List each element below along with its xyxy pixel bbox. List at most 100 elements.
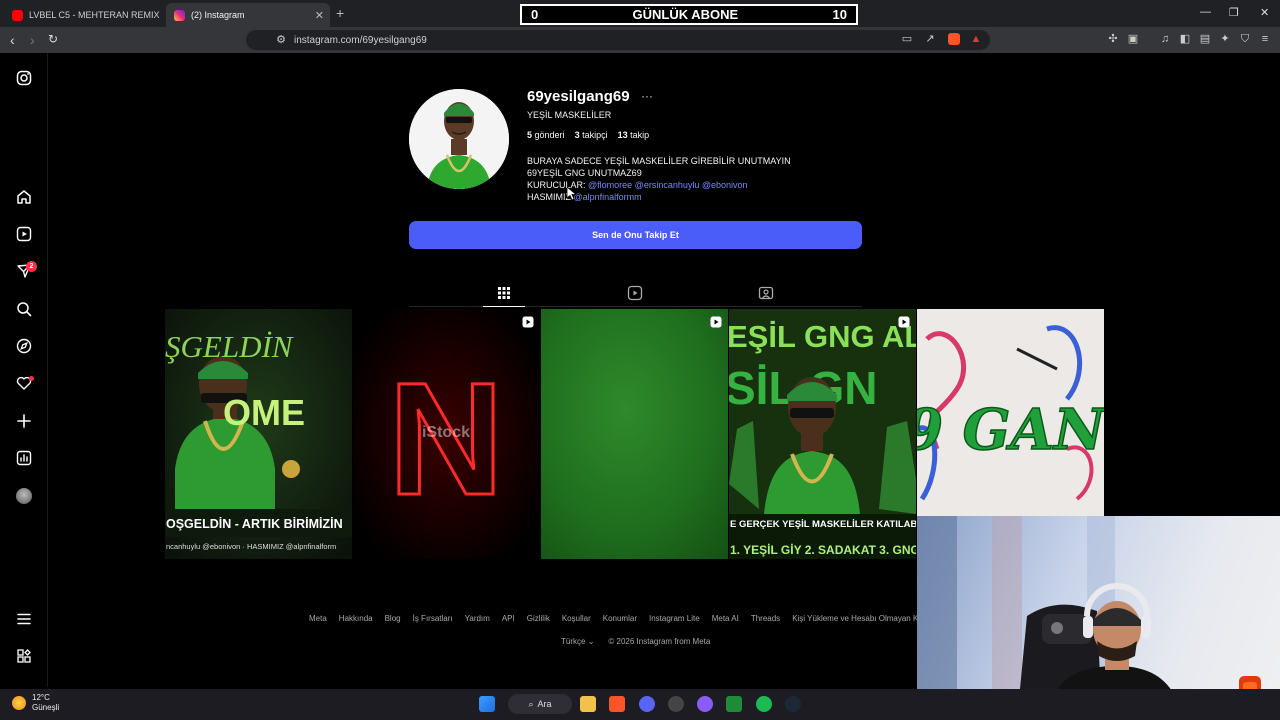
site-info-icon[interactable]: ⚙ [275, 34, 287, 46]
post-tile[interactable]: 69 GANG [917, 309, 1104, 516]
media-icon[interactable]: ♫ [1159, 33, 1171, 45]
app-icon[interactable] [668, 696, 684, 712]
spotify-icon[interactable] [756, 696, 772, 712]
brave-rewards-icon[interactable]: ▲ [970, 33, 982, 45]
explore-icon[interactable] [16, 338, 32, 354]
instagram-logo-icon[interactable] [16, 70, 32, 86]
language-select[interactable]: Türkçe ⌄ [561, 637, 594, 646]
menu-icon[interactable]: ≡ [1259, 33, 1271, 45]
also-from-meta-icon[interactable] [16, 648, 32, 664]
browser-toolbar: ‹ › ↻ ⚑ instagram.com/69yesilgang69 ⚙ ▭ … [0, 27, 1280, 53]
back-icon[interactable]: ‹ [10, 32, 15, 48]
counter-title: GÜNLÜK ABONE [632, 7, 739, 22]
more-menu-icon[interactable] [16, 611, 32, 627]
close-window-icon[interactable]: ✕ [1260, 6, 1269, 19]
footer-bottom: Türkçe ⌄ © 2026 Instagram from Meta [561, 637, 710, 646]
tab-reels-icon[interactable] [627, 285, 643, 301]
footer-link[interactable]: Meta AI [712, 614, 739, 623]
post-tile[interactable]: ŞGELDİN OME OŞGELDİN - ARTIK BİRİMİZİN n… [165, 309, 352, 559]
reload-icon[interactable]: ↻ [48, 32, 58, 46]
search-label: Ara [537, 699, 552, 709]
forward-icon[interactable]: › [30, 32, 35, 48]
footer-link[interactable]: Blog [385, 614, 401, 623]
bio-line: 69YEŞİL GNG UNUTMAZ69 [527, 168, 642, 178]
profile-avatar-icon[interactable] [16, 488, 32, 504]
footer-link[interactable]: Kişi Yükleme ve Hesabı Olmayan Kişiler [792, 614, 935, 623]
following-stat[interactable]: 13 takip [618, 130, 650, 140]
tab-tagged-icon[interactable] [758, 285, 774, 301]
post-title: ŞGELDİN [165, 329, 295, 364]
tab-posts-grid-icon[interactable] [496, 285, 512, 301]
counter-left: 0 [531, 7, 539, 22]
post-tile[interactable]: N iStock [353, 309, 540, 559]
brave-shield-icon[interactable] [948, 33, 960, 45]
brave-browser-icon[interactable] [609, 696, 625, 712]
weather-widget[interactable]: 12°C Güneşli [12, 693, 59, 713]
post-caption: E GERÇEK YEŞİL MASKELİLER KATILABİLİR - [730, 519, 916, 530]
footer-link[interactable]: Threads [751, 614, 780, 623]
steam-icon[interactable] [785, 696, 801, 712]
discord-icon[interactable] [639, 696, 655, 712]
footer-link[interactable]: Instagram Lite [649, 614, 700, 623]
posts-stat: 5 gönderi [527, 130, 565, 140]
close-tab-icon[interactable]: ✕ [315, 9, 324, 22]
subscriber-counter-overlay: 0 GÜNLÜK ABONE 10 [520, 4, 858, 25]
footer-link[interactable]: Gizlilik [527, 614, 550, 623]
followers-stat[interactable]: 3 takipçi [575, 130, 608, 140]
tab-title: LVBEL C5 - MEHTERAN REMIX (Rapp [29, 10, 162, 20]
tab-instagram[interactable]: (2) Instagram ✕ [166, 3, 330, 27]
extensions-icon[interactable]: ✣ [1107, 33, 1119, 45]
reels-icon[interactable] [16, 226, 32, 242]
wallet-icon[interactable]: ▤ [1199, 33, 1211, 45]
leo-ai-icon[interactable]: ✦ [1219, 33, 1231, 45]
dashboard-icon[interactable] [16, 450, 32, 466]
footer-link[interactable]: Hakkında [339, 614, 373, 623]
footer-link[interactable]: Konumlar [603, 614, 637, 623]
windows-start-icon[interactable] [479, 696, 495, 712]
file-explorer-icon[interactable] [580, 696, 596, 712]
profile-full-name: YEŞİL MASKELİLER [527, 110, 612, 120]
post-subcaption: 1. YEŞİL GİY 2. SADAKAT 3. GNG'Yİ [730, 542, 916, 557]
browser-tab-bar: LVBEL C5 - MEHTERAN REMIX (Rapp (2) Inst… [0, 0, 1280, 27]
notification-dot [29, 376, 34, 381]
founders-mentions[interactable]: @flomoree @ersincanhuylu @ebonivon [588, 180, 748, 190]
tab-youtube[interactable]: LVBEL C5 - MEHTERAN REMIX (Rapp [4, 3, 162, 27]
share-icon[interactable]: ↗ [924, 33, 936, 45]
mouse-cursor-icon [567, 187, 577, 201]
footer-link[interactable]: API [502, 614, 515, 623]
post-title: EŞİL GNG AL [729, 319, 916, 354]
cast-icon[interactable]: ▭ [901, 33, 913, 45]
footer-link[interactable]: Meta [309, 614, 327, 623]
follow-button[interactable]: Sen de Onu Takip Et [409, 221, 862, 249]
footer-link[interactable]: Koşullar [562, 614, 591, 623]
profile-stats: 5 gönderi 3 takipçi 13 takip [527, 130, 649, 140]
restore-icon[interactable]: ❐ [1229, 6, 1239, 19]
instagram-icon [174, 9, 185, 21]
app-icon[interactable] [697, 696, 713, 712]
options-button[interactable]: ··· [641, 89, 653, 103]
taskbar-search[interactable]: ⌕ Ara [508, 694, 572, 714]
address-bar[interactable]: instagram.com/69yesilgang69 [246, 30, 990, 50]
partner-mention[interactable]: @alpnfinalformm [574, 192, 642, 202]
sidebar-toggle-icon[interactable]: ◧ [1179, 33, 1191, 45]
vpn-icon[interactable]: ⛉ [1239, 33, 1251, 45]
post-caption: OŞGELDİN - ARTIK BİRİMİZİN [166, 516, 343, 531]
screenshot-icon[interactable]: ▣ [1127, 33, 1139, 45]
stock-watermark: iStock [422, 424, 470, 441]
create-icon[interactable] [16, 413, 32, 429]
reel-indicator-icon [898, 315, 910, 328]
footer-link[interactable]: İş Fırsatları [413, 614, 453, 623]
counter-right: 10 [832, 7, 847, 22]
profile-picture[interactable] [409, 89, 509, 189]
url-text: instagram.com/69yesilgang69 [294, 34, 427, 46]
play-app-icon[interactable] [726, 696, 742, 712]
search-icon[interactable] [16, 301, 32, 317]
minimize-icon[interactable]: — [1200, 6, 1211, 18]
new-tab-button[interactable]: + [336, 5, 344, 21]
tab-title: (2) Instagram [191, 10, 245, 20]
post-tile[interactable] [541, 309, 728, 559]
post-tile[interactable]: EŞİL GNG AL SİL GN E GERÇEK YEŞİL MASKEL… [729, 309, 916, 559]
profile-username: 69yesilgang69 [527, 88, 630, 105]
home-icon[interactable] [16, 189, 32, 205]
footer-link[interactable]: Yardım [465, 614, 490, 623]
